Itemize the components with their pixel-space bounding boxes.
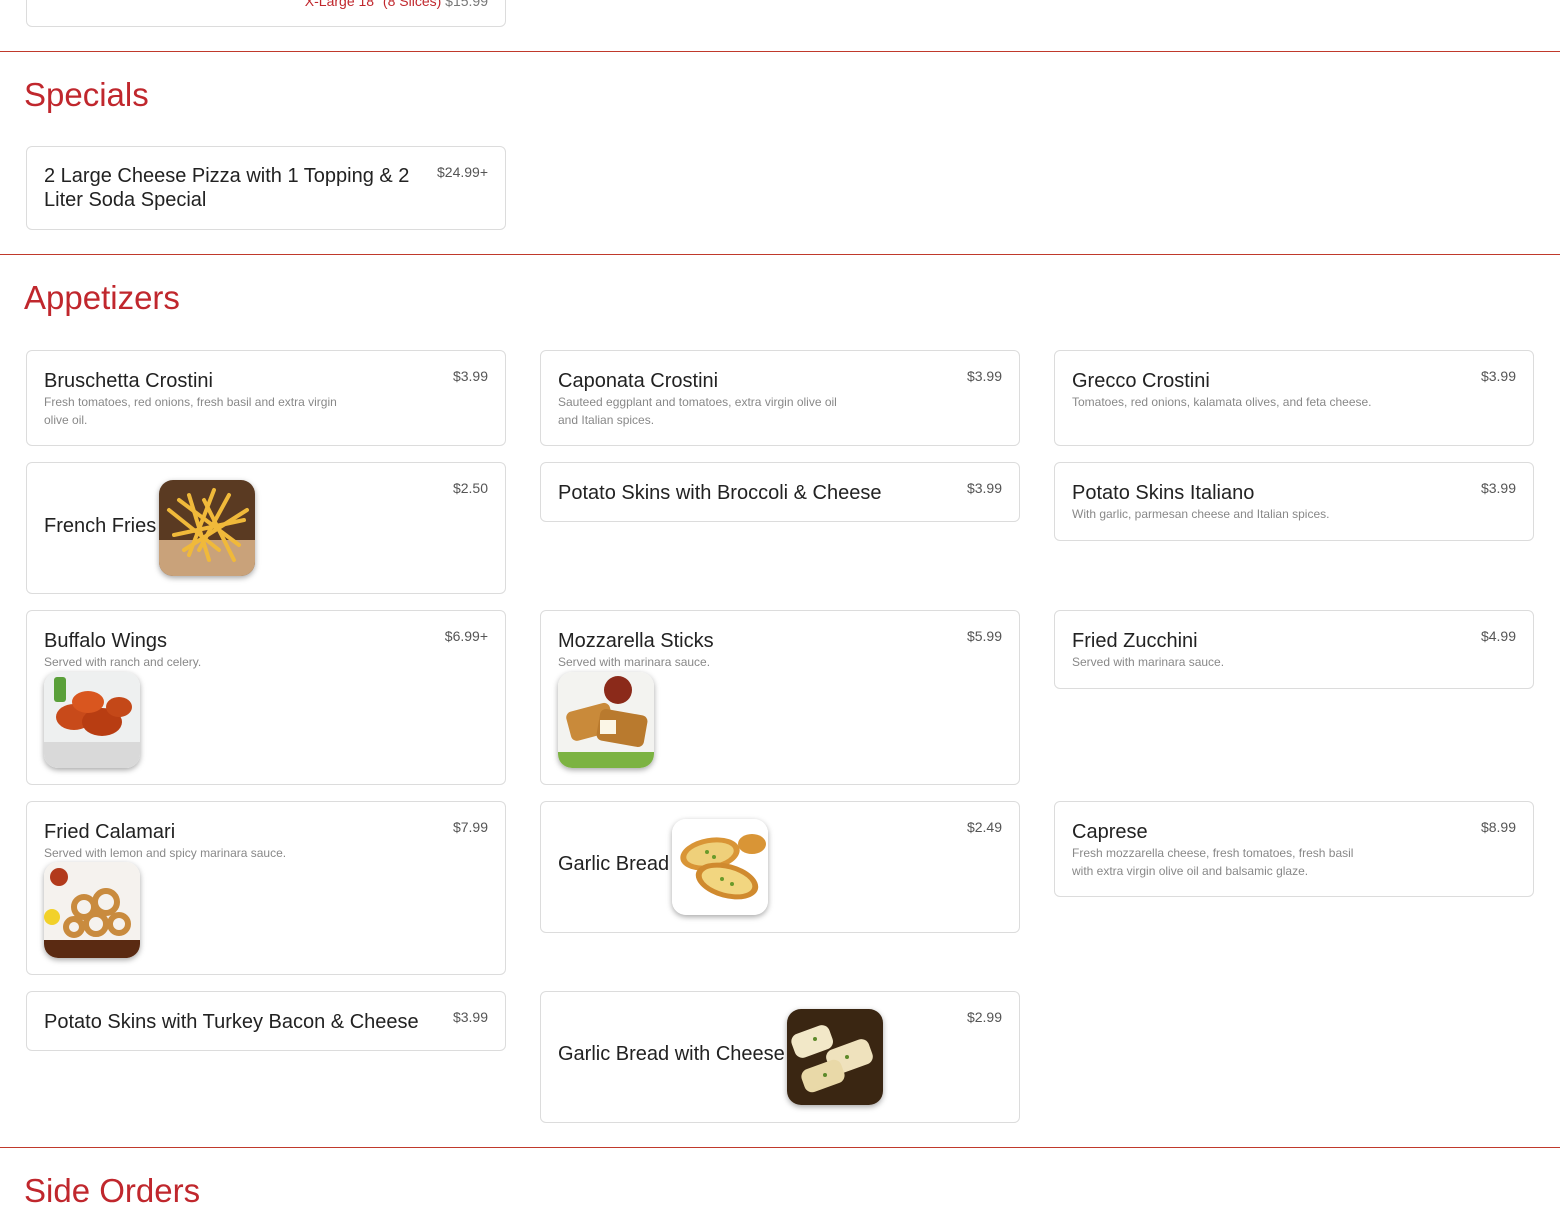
menu-item-card[interactable]: Bruschetta Crostini $3.99 Fresh tomatoes… <box>26 350 506 446</box>
french-fries-photo <box>159 480 255 576</box>
menu-item-card[interactable]: Caprese $8.99 Fresh mozzarella cheese, f… <box>1054 801 1534 897</box>
item-name: Potato Skins Italiano <box>1072 482 1255 504</box>
item-description: Fresh mozzarella cheese, fresh tomatoes,… <box>1072 846 1354 878</box>
menu-item-card[interactable]: Fried Zucchini $4.99 Served with marinar… <box>1054 610 1534 689</box>
item-price: $4.99 <box>1480 628 1516 644</box>
item-name: Garlic Bread with Cheese <box>558 1043 785 1065</box>
item-name: 2 Large Cheese Pizza with 1 Topping & 2 … <box>44 165 410 211</box>
menu-item-card[interactable]: Fried Calamari $7.99 Served with lemon a… <box>26 801 506 975</box>
item-name: Fried Calamari <box>44 821 176 843</box>
menu-item-card[interactable]: Caponata Crostini $3.99 Sauteed eggplant… <box>540 350 1020 446</box>
buffalo-wings-photo <box>44 672 140 768</box>
mozzarella-sticks-photo <box>558 672 654 768</box>
fried-calamari-photo <box>44 862 140 958</box>
item-price: $2.50 <box>452 480 488 496</box>
size-label: X-Large 18" (8 Slices) <box>304 0 442 9</box>
item-name: Mozzarella Sticks <box>558 630 714 652</box>
garlic-bread-cheese-photo <box>787 1009 883 1105</box>
item-price: $3.99 <box>966 480 1002 496</box>
menu-item-card[interactable]: Grecco Crostini $3.99 Tomatoes, red onio… <box>1054 350 1534 446</box>
item-description: Served with ranch and celery. <box>44 655 202 669</box>
menu-item-card[interactable]: 2 Large Cheese Pizza with 1 Topping & 2 … <box>26 146 506 230</box>
item-name: Potato Skins with Turkey Bacon & Cheese <box>44 1011 419 1033</box>
item-name: Potato Skins with Broccoli & Cheese <box>558 482 882 504</box>
section-divider <box>0 254 1560 255</box>
item-name: French Fries <box>44 515 157 537</box>
item-description: Served with marinara sauce. <box>558 655 711 669</box>
section-title-specials: Specials <box>24 76 149 113</box>
section-title-appetizers: Appetizers <box>24 279 180 316</box>
item-price: $3.99 <box>966 368 1002 384</box>
item-description: Served with marinara sauce. <box>1072 655 1225 669</box>
item-price: $7.99 <box>452 819 488 835</box>
item-description: Tomatoes, red onions, kalamata olives, a… <box>1072 395 1372 409</box>
menu-item-card[interactable]: Buffalo Wings $6.99+ Served with ranch a… <box>26 610 506 785</box>
item-name: Bruschetta Crostini <box>44 370 213 392</box>
section-divider <box>0 51 1560 52</box>
menu-item-card[interactable]: Garlic Bread $2.49 <box>540 801 1020 933</box>
item-price: $3.99 <box>1480 368 1516 384</box>
menu-item-card[interactable]: Garlic Bread with Cheese $2.99 <box>540 991 1020 1123</box>
item-name: Fried Zucchini <box>1072 630 1198 652</box>
menu-item-card[interactable]: Potato Skins Italiano $3.99 With garlic,… <box>1054 462 1534 541</box>
menu-item-card[interactable]: Mozzarella Sticks $5.99 Served with mari… <box>540 610 1020 785</box>
item-name: Garlic Bread <box>558 853 670 875</box>
size-price: $15.99 <box>445 0 488 9</box>
menu-item-card-pizza-tail[interactable]: X-Large 18" (8 Slices) $15.99 <box>26 0 506 27</box>
section-title-side-orders: Side Orders <box>24 1172 201 1209</box>
item-price: $3.99 <box>452 368 488 384</box>
item-description: With garlic, parmesan cheese and Italian… <box>1072 507 1330 521</box>
section-divider <box>0 1147 1560 1148</box>
menu-item-card[interactable]: Potato Skins with Broccoli & Cheese $3.9… <box>540 462 1020 522</box>
item-price: $6.99+ <box>444 628 488 644</box>
item-description: Fresh tomatoes, red onions, fresh basil … <box>44 395 337 427</box>
garlic-bread-photo <box>672 819 768 915</box>
item-price: $2.49 <box>966 819 1002 835</box>
size-option[interactable]: X-Large 18" (8 Slices) $15.99 <box>305 0 488 9</box>
item-name: Grecco Crostini <box>1072 370 1210 392</box>
item-description: Served with lemon and spicy marinara sau… <box>44 846 287 860</box>
item-price: $8.99 <box>1480 819 1516 835</box>
item-price: $2.99 <box>966 1009 1002 1025</box>
item-description: Sauteed eggplant and tomatoes, extra vir… <box>558 395 837 427</box>
item-price: $3.99 <box>1480 480 1516 496</box>
item-price: $5.99 <box>966 628 1002 644</box>
item-name: Caprese <box>1072 821 1148 843</box>
item-name: Buffalo Wings <box>44 630 168 652</box>
menu-item-card[interactable]: Potato Skins with Turkey Bacon & Cheese … <box>26 991 506 1051</box>
item-price: $24.99+ <box>437 164 488 180</box>
item-name: Caponata Crostini <box>558 370 719 392</box>
item-price: $3.99 <box>452 1009 488 1025</box>
menu-item-card[interactable]: French Fries $2.50 <box>26 462 506 594</box>
